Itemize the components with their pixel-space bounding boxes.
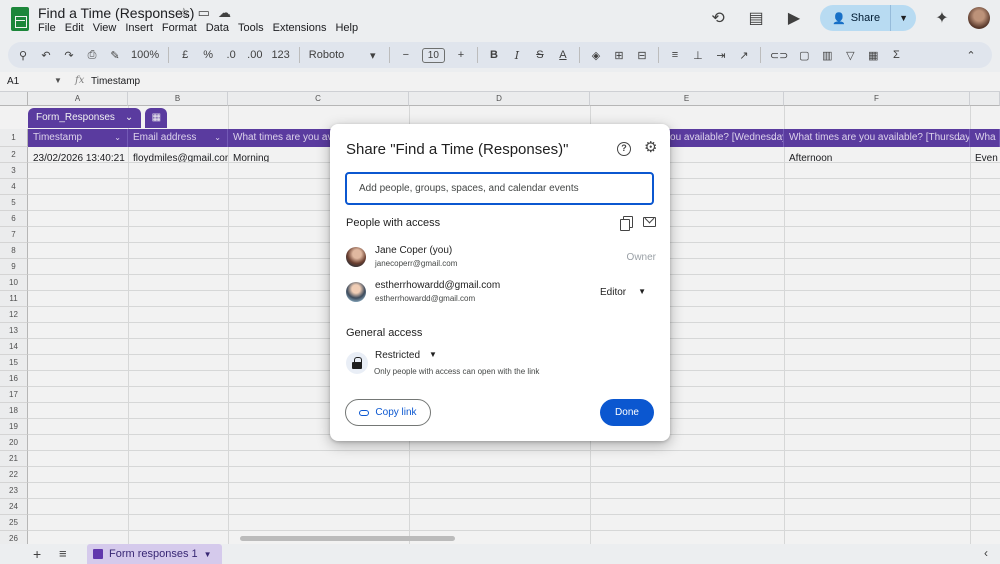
dropdown-arrow-icon: ▼ [638,287,647,296]
share-dialog: Share "Find a Time (Responses)" ? ⚙ Add … [330,124,670,441]
people-with-access-heading: People with access [346,217,441,229]
person-email: janecoperr@gmail.com [375,259,458,268]
add-people-input[interactable]: Add people, groups, spaces, and calendar… [345,172,654,205]
email-icon[interactable] [643,217,656,227]
done-button[interactable]: Done [600,399,654,426]
person-email: estherrhowardd@gmail.com [375,294,476,303]
access-level-dropdown[interactable]: Restricted ▼ [375,350,437,361]
general-access-heading: General access [346,327,423,339]
copy-link-label: Copy link [375,407,417,418]
person-role: Owner [626,252,656,263]
role-label: Editor [600,287,627,298]
access-description: Only people with access can open with th… [374,367,540,376]
dropdown-arrow-icon: ▼ [429,350,437,359]
copy-emails-icon[interactable] [620,216,633,231]
link-icon [359,409,370,416]
help-icon[interactable]: ? [617,142,631,156]
lock-icon [346,352,368,374]
person-row: Jane Coper (you) janecoperr@gmail.com Ow… [346,245,656,273]
person-row: estherrhowardd@gmail.com estherrhowardd@… [346,280,656,308]
role-dropdown[interactable]: Editor ▼ [600,287,646,298]
person-name: estherrhowardd@gmail.com [375,280,501,291]
dialog-title: Share "Find a Time (Responses)" [346,141,569,158]
avatar [346,282,366,302]
avatar [346,247,366,267]
gear-icon[interactable]: ⚙ [644,138,657,156]
copy-link-button[interactable]: Copy link [345,399,431,426]
person-name: Jane Coper (you) [375,245,453,256]
access-level-label: Restricted [375,350,421,361]
